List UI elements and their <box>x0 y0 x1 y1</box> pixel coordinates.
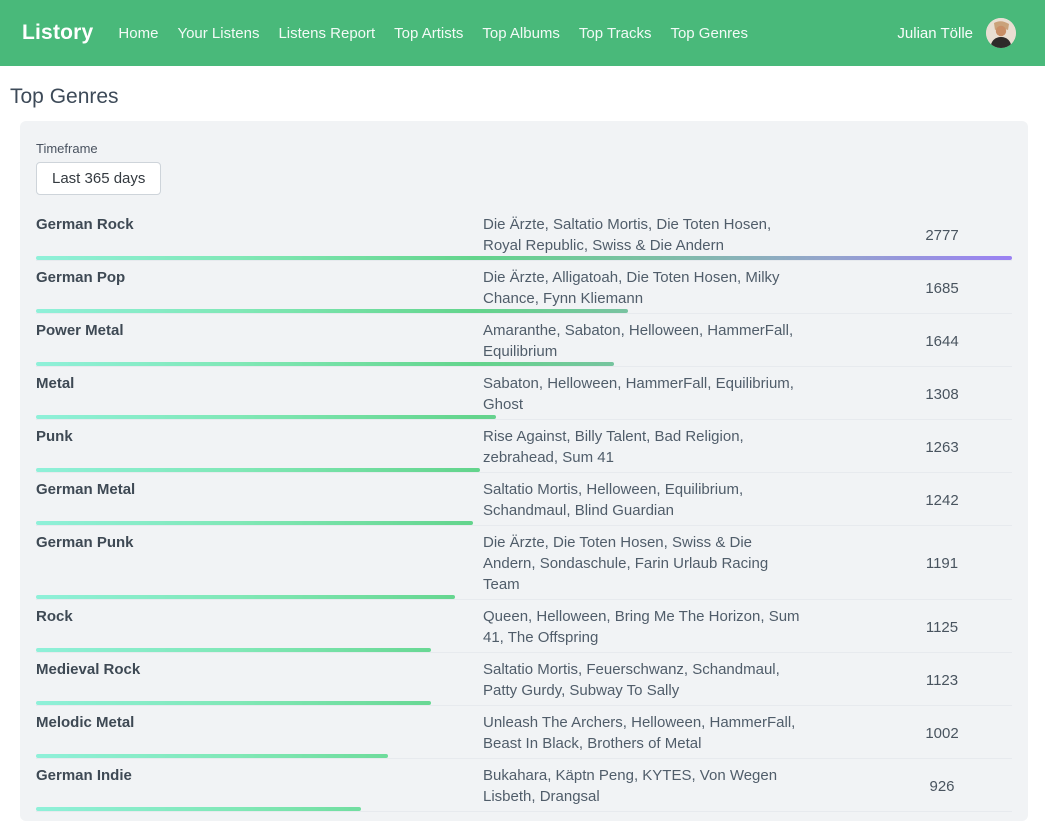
genre-row: MetalSabaton, Helloween, HammerFall, Equ… <box>36 367 1012 420</box>
genre-top-artists: Unleash The Archers, Helloween, HammerFa… <box>483 712 872 754</box>
genre-name: Melodic Metal <box>36 712 483 733</box>
genre-row: German RockDie Ärzte, Saltatio Mortis, D… <box>36 208 1012 261</box>
timeframe-label: Timeframe <box>36 141 1012 156</box>
genre-top-artists: Queen, Helloween, Bring Me The Horizon, … <box>483 606 872 648</box>
genre-row-content: German MetalSaltatio Mortis, Helloween, … <box>36 479 1012 521</box>
genre-row-content: RockQueen, Helloween, Bring Me The Horiz… <box>36 606 1012 648</box>
genre-bar <box>36 701 431 705</box>
genre-list: German RockDie Ärzte, Saltatio Mortis, D… <box>36 208 1012 812</box>
genre-name: German Pop <box>36 267 483 288</box>
genre-listen-count: 1191 <box>872 555 1012 572</box>
nav-item-top-tracks[interactable]: Top Tracks <box>579 25 652 42</box>
nav-item-top-albums[interactable]: Top Albums <box>482 25 560 42</box>
genre-row: German IndieBukahara, Käptn Peng, KYTES,… <box>36 759 1012 812</box>
genre-row: German PunkDie Ärzte, Die Toten Hosen, S… <box>36 526 1012 600</box>
genre-bar <box>36 362 614 366</box>
page-title: Top Genres <box>10 85 1045 109</box>
genre-bar-track <box>36 648 1012 652</box>
genre-bar-track <box>36 521 1012 525</box>
genre-bar <box>36 807 361 811</box>
genre-row-content: Medieval RockSaltatio Mortis, Feuerschwa… <box>36 659 1012 701</box>
genre-top-artists: Sabaton, Helloween, HammerFall, Equilibr… <box>483 373 872 415</box>
genre-listen-count: 1125 <box>872 619 1012 636</box>
genre-top-artists: Bukahara, Käptn Peng, KYTES, Von Wegen L… <box>483 765 872 807</box>
top-genres-card: Timeframe Last 365 days German RockDie Ä… <box>20 121 1028 821</box>
genre-listen-count: 1242 <box>872 492 1012 509</box>
avatar-photo-icon <box>986 18 1016 48</box>
nav-item-top-artists[interactable]: Top Artists <box>394 25 463 42</box>
genre-listen-count: 1002 <box>872 725 1012 742</box>
genre-name: Punk <box>36 426 483 447</box>
genre-bar <box>36 468 480 472</box>
genre-row-content: German IndieBukahara, Käptn Peng, KYTES,… <box>36 765 1012 807</box>
main-nav: Home Your Listens Listens Report Top Artist… <box>118 25 748 42</box>
genre-listen-count: 2777 <box>872 227 1012 244</box>
genre-name: German Punk <box>36 532 483 553</box>
genre-bar-track <box>36 595 1012 599</box>
user-name[interactable]: Julian Tölle <box>897 25 973 42</box>
genre-listen-count: 1644 <box>872 333 1012 350</box>
genre-bar-track <box>36 415 1012 419</box>
genre-bar-track <box>36 754 1012 758</box>
genre-row-content: MetalSabaton, Helloween, HammerFall, Equ… <box>36 373 1012 415</box>
genre-top-artists: Rise Against, Billy Talent, Bad Religion… <box>483 426 872 468</box>
brand-logo[interactable]: Listory <box>22 21 93 45</box>
genre-bar-track <box>36 701 1012 705</box>
genre-row: RockQueen, Helloween, Bring Me The Horiz… <box>36 600 1012 653</box>
genre-name: Metal <box>36 373 483 394</box>
genre-name: Rock <box>36 606 483 627</box>
genre-bar-track <box>36 807 1012 811</box>
genre-top-artists: Saltatio Mortis, Feuerschwanz, Schandmau… <box>483 659 872 701</box>
genre-bar <box>36 309 628 313</box>
genre-name: German Metal <box>36 479 483 500</box>
genre-name: Medieval Rock <box>36 659 483 680</box>
genre-bar <box>36 648 431 652</box>
genre-listen-count: 1263 <box>872 439 1012 456</box>
genre-bar-track <box>36 309 1012 313</box>
genre-name: German Rock <box>36 214 483 235</box>
genre-bar <box>36 595 455 599</box>
genre-bar <box>36 256 1012 260</box>
genre-top-artists: Die Ärzte, Die Toten Hosen, Swiss & Die … <box>483 532 872 595</box>
genre-bar <box>36 521 473 525</box>
genre-bar-track <box>36 362 1012 366</box>
nav-item-your-listens[interactable]: Your Listens <box>177 25 259 42</box>
genre-row-content: German PunkDie Ärzte, Die Toten Hosen, S… <box>36 532 1012 595</box>
genre-row-content: German PopDie Ärzte, Alligatoah, Die Tot… <box>36 267 1012 309</box>
genre-row-content: German RockDie Ärzte, Saltatio Mortis, D… <box>36 214 1012 256</box>
genre-bar <box>36 754 388 758</box>
genre-name: Power Metal <box>36 320 483 341</box>
genre-listen-count: 926 <box>872 778 1012 795</box>
genre-row: German PopDie Ärzte, Alligatoah, Die Tot… <box>36 261 1012 314</box>
nav-item-home[interactable]: Home <box>118 25 158 42</box>
genre-bar-track <box>36 256 1012 260</box>
genre-top-artists: Saltatio Mortis, Helloween, Equilibrium,… <box>483 479 872 521</box>
genre-name: German Indie <box>36 765 483 786</box>
genre-listen-count: 1308 <box>872 386 1012 403</box>
genre-row: Power MetalAmaranthe, Sabaton, Helloween… <box>36 314 1012 367</box>
genre-top-artists: Die Ärzte, Saltatio Mortis, Die Toten Ho… <box>483 214 872 256</box>
timeframe-button[interactable]: Last 365 days <box>36 162 161 195</box>
genre-listen-count: 1685 <box>872 280 1012 297</box>
genre-listen-count: 1123 <box>872 672 1012 689</box>
genre-row: Melodic MetalUnleash The Archers, Hellow… <box>36 706 1012 759</box>
genre-row: Medieval RockSaltatio Mortis, Feuerschwa… <box>36 653 1012 706</box>
genre-top-artists: Amaranthe, Sabaton, Helloween, HammerFal… <box>483 320 872 362</box>
genre-row: PunkRise Against, Billy Talent, Bad Reli… <box>36 420 1012 473</box>
user-avatar[interactable] <box>986 18 1016 48</box>
nav-item-top-genres[interactable]: Top Genres <box>670 25 748 42</box>
main-content: Top Genres Timeframe Last 365 days Germa… <box>0 85 1045 821</box>
genre-row: German MetalSaltatio Mortis, Helloween, … <box>36 473 1012 526</box>
genre-bar-track <box>36 468 1012 472</box>
genre-bar <box>36 415 496 419</box>
nav-item-listens-report[interactable]: Listens Report <box>278 25 375 42</box>
genre-row-content: Power MetalAmaranthe, Sabaton, Helloween… <box>36 320 1012 362</box>
navbar: Listory Home Your Listens Listens Report To… <box>0 0 1045 66</box>
genre-row-content: Melodic MetalUnleash The Archers, Hellow… <box>36 712 1012 754</box>
genre-row-content: PunkRise Against, Billy Talent, Bad Reli… <box>36 426 1012 468</box>
genre-top-artists: Die Ärzte, Alligatoah, Die Toten Hosen, … <box>483 267 872 309</box>
